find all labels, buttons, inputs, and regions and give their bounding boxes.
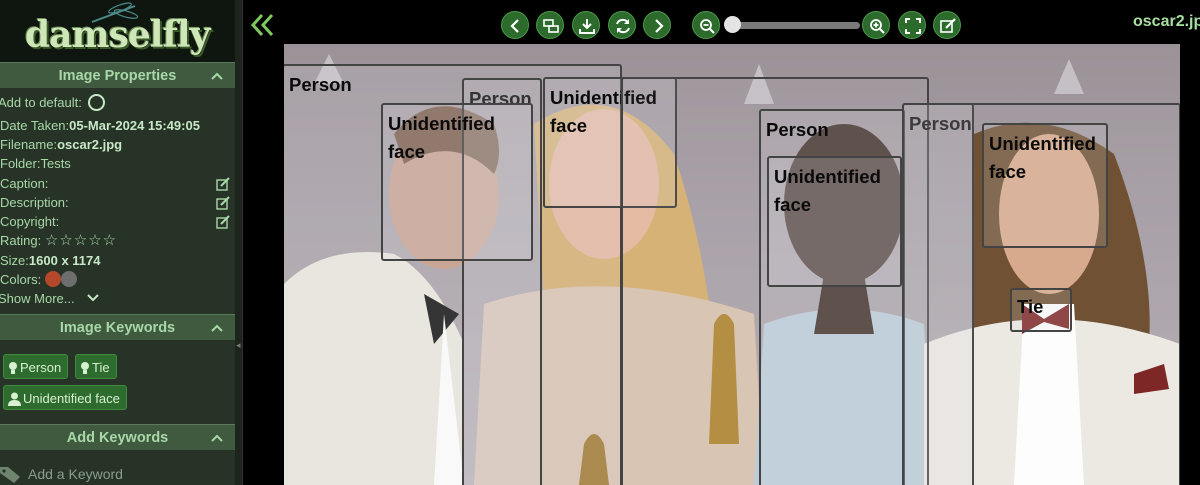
colors-row: Colors: — [0, 270, 77, 289]
lightbulb-icon — [9, 362, 17, 374]
image-properties-header[interactable]: Image Properties — [0, 62, 235, 88]
add-to-default-label: Add to default: — [0, 95, 82, 110]
copyright-row: Copyright: — [0, 212, 59, 231]
star-icon[interactable]: ☆ — [103, 232, 117, 249]
star-icon[interactable]: ☆ — [45, 232, 59, 249]
zoom-slider[interactable] — [724, 16, 860, 33]
compare-button[interactable] — [536, 11, 564, 39]
rating-stars[interactable]: ☆☆☆☆☆ — [45, 232, 117, 249]
face-box-unidentified[interactable]: Unidentified face — [767, 156, 902, 287]
previous-image-button[interactable] — [501, 11, 529, 39]
folder-value[interactable]: Tests — [40, 156, 70, 171]
keyword-chip-tie[interactable]: Tie — [75, 354, 117, 379]
keyword-chip-label: Person — [20, 360, 62, 375]
edit-copyright-icon[interactable] — [216, 215, 230, 229]
size-label: Size: — [0, 253, 29, 268]
rating-label: Rating: — [0, 233, 42, 248]
star-icon[interactable]: ☆ — [88, 232, 102, 249]
size-row: Size:1600 x 1174 — [0, 251, 100, 270]
zoom-in-icon — [870, 19, 885, 34]
keyword-chip-person[interactable]: Person — [3, 354, 69, 379]
logo-text: damselfly — [25, 14, 211, 56]
date-taken-label: Date Taken: — [0, 118, 70, 133]
face-box-unidentified[interactable]: Unidentified face — [982, 123, 1108, 248]
splitter-grip-icon[interactable]: ◂ — [236, 340, 242, 370]
download-button[interactable] — [572, 11, 600, 39]
download-icon — [579, 19, 595, 34]
fullscreen-icon — [905, 18, 921, 34]
app-logo: damselfly — [0, 0, 235, 62]
zoom-out-button[interactable] — [692, 11, 720, 39]
add-keywords-title: Add Keywords — [66, 430, 169, 446]
zoom-slider-thumb[interactable] — [724, 16, 741, 33]
image-keywords-header[interactable]: Image Keywords — [0, 314, 235, 340]
chevron-left-icon — [510, 19, 519, 33]
sidebar: damselfly Image Properties Add to defaul… — [0, 0, 235, 485]
caption-label: Caption: — [0, 176, 49, 191]
add-to-default-row: Add to default: — [0, 93, 106, 112]
folder-label: Folder: — [0, 156, 41, 171]
color-swatch — [44, 271, 61, 287]
next-image-button[interactable] — [643, 11, 671, 39]
collapse-sidebar-icon[interactable] — [250, 12, 276, 38]
box-label: Unidentified face — [989, 133, 1096, 182]
filename-value: oscar2.jpg — [57, 137, 123, 152]
box-label: Unidentified face — [774, 166, 881, 215]
date-taken-value: 05-Mar-2024 15:49:05 — [69, 118, 200, 133]
current-filename: oscar2.jpg — [1133, 13, 1200, 30]
filename-row: Filename:oscar2.jpg — [0, 135, 122, 154]
description-label: Description: — [0, 195, 69, 210]
rating-row: Rating: ☆☆☆☆☆ — [0, 231, 117, 250]
keyword-chip-unidentified-face[interactable]: Unidentified face — [3, 385, 127, 410]
sidebar-splitter[interactable]: ◂ — [235, 0, 243, 485]
chevron-right-icon — [655, 19, 664, 33]
colors-label: Colors: — [0, 272, 42, 287]
box-label: Person — [766, 119, 829, 140]
copyright-label: Copyright: — [0, 214, 60, 229]
star-icon[interactable]: ☆ — [59, 232, 73, 249]
image-properties-title: Image Properties — [58, 68, 177, 84]
refresh-icon — [616, 18, 630, 34]
zoom-out-icon — [700, 19, 715, 34]
fullscreen-button[interactable] — [898, 11, 926, 39]
keyword-chip-label: Tie — [92, 360, 110, 375]
edit-image-button[interactable] — [933, 11, 961, 39]
show-more-row[interactable]: Show More... — [0, 289, 100, 308]
keyword-chip-label: Unidentified face — [23, 391, 120, 406]
box-label: Tie — [1017, 296, 1044, 317]
filename-label: Filename: — [0, 137, 58, 152]
edit-caption-icon[interactable] — [216, 177, 230, 191]
description-row: Description: — [0, 193, 69, 212]
color-swatch — [60, 271, 77, 287]
refresh-button[interactable] — [608, 11, 636, 39]
add-keywords-header[interactable]: Add Keywords — [0, 424, 235, 450]
person-icon — [8, 392, 21, 406]
add-keyword-row — [0, 460, 235, 485]
add-to-default-toggle[interactable] — [88, 94, 106, 111]
image-viewer[interactable]: Person Person Unidentified face Unidenti… — [284, 44, 1180, 485]
tag-icon — [0, 467, 20, 483]
tie-box[interactable]: Tie — [1010, 288, 1072, 332]
lightbulb-icon — [81, 362, 89, 374]
face-box-unidentified[interactable]: Unidentified face — [381, 103, 533, 261]
compare-icon — [543, 19, 559, 33]
chevron-down-icon[interactable] — [86, 293, 100, 303]
caption-row: Caption: — [0, 174, 48, 193]
zoom-slider-track[interactable] — [728, 22, 860, 29]
chevron-up-icon[interactable] — [209, 63, 225, 89]
show-more-link[interactable]: Show More... — [0, 291, 75, 306]
date-taken-row: Date Taken:05-Mar-2024 15:49:05 — [0, 116, 200, 135]
edit-description-icon[interactable] — [216, 196, 230, 210]
add-keyword-input[interactable] — [28, 464, 228, 484]
zoom-in-button[interactable] — [862, 11, 890, 39]
folder-row: Folder:Tests — [0, 154, 71, 173]
size-value: 1600 x 1174 — [28, 253, 101, 268]
star-icon[interactable]: ☆ — [74, 232, 88, 249]
box-label: Unidentified face — [388, 113, 495, 162]
image-keywords-title: Image Keywords — [59, 320, 176, 336]
chevron-up-icon[interactable] — [209, 315, 225, 341]
box-label: Person — [289, 74, 352, 95]
edit-icon — [940, 18, 956, 33]
chevron-up-icon[interactable] — [209, 425, 225, 451]
